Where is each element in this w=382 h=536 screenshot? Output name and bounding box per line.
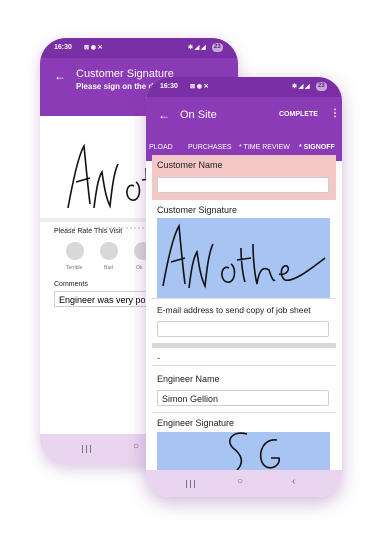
engineer-signature-drawing [229,432,280,470]
section-divider [152,343,336,348]
rating-option: Terrible [66,265,83,271]
tab-time-review[interactable]: * TIME REVIEW [239,144,290,151]
signal-icon: ✱ ◢ ◢ [292,84,310,90]
status-bar: 16:30 ⊠ ◉ ✕ ✱ ◢ ◢ 23 [40,38,238,58]
battery-icon: 23 [316,82,327,91]
rating-option: Ok [136,265,143,271]
status-icons: ⊠ ◉ ✕ [84,45,103,51]
status-bar: 16:30 ⊠ ◉ ✕ ✱ ◢ ◢ 23 [146,77,342,97]
comments-label: Comments [54,281,88,288]
engineer-name-field[interactable]: Simon Gellion [157,390,329,406]
rating-label: Please Rate This Visit [54,228,123,235]
engineer-signature-pad[interactable] [157,432,330,470]
more-menu-icon[interactable]: ⋮ [330,108,340,119]
front-phone: 16:30 ⊠ ◉ ✕ ✱ ◢ ◢ 23 ← On Site COMPLETE … [146,77,342,497]
rating-terrible-icon[interactable] [66,242,84,260]
system-nav-bar: ○ ‹ [146,470,342,497]
back-nav-icon[interactable]: ‹ [292,476,295,487]
customer-name-label: Customer Name [157,160,223,170]
customer-name-section: Customer Name [152,155,336,200]
rating-bad-icon[interactable] [100,242,118,260]
engineer-name-label: Engineer Name [157,374,220,384]
tab-signoff[interactable]: * SIGNOFF [299,144,335,151]
recent-apps-icon[interactable] [82,445,91,453]
customer-signature-pad[interactable] [157,218,330,298]
engineer-signature-label: Engineer Signature [157,418,235,428]
page-title: On Site [180,109,217,121]
email-label: E-mail address to send copy of job sheet [157,305,311,315]
divider-text: - [157,353,160,363]
rating-option: Bad [104,265,113,271]
divider [152,365,336,366]
page-subtitle: Please sign on the d [76,82,154,91]
recent-apps-icon[interactable] [186,480,195,488]
customer-signature-label: Customer Signature [157,205,238,215]
complete-button[interactable]: COMPLETE [279,111,318,118]
status-time: 16:30 [160,83,178,90]
signal-icon: ✱ ◢ ◢ [188,45,206,51]
home-icon[interactable]: ○ [237,476,243,487]
tab-upload[interactable]: PLOAD [149,144,173,151]
app-header: ← On Site COMPLETE ⋮ [146,97,342,135]
home-icon[interactable]: ○ [133,441,139,452]
divider [152,412,336,413]
tab-purchases[interactable]: PURCHASES [188,144,232,151]
divider [152,298,336,299]
status-icons: ⊠ ◉ ✕ [190,84,209,90]
customer-name-field[interactable] [157,177,329,193]
customer-signature-drawing [162,223,326,289]
email-field[interactable] [157,321,329,337]
battery-icon: 23 [212,43,223,52]
back-arrow-icon[interactable]: ← [54,69,66,83]
back-arrow-icon[interactable]: ← [158,108,170,122]
status-time: 16:30 [54,44,72,51]
